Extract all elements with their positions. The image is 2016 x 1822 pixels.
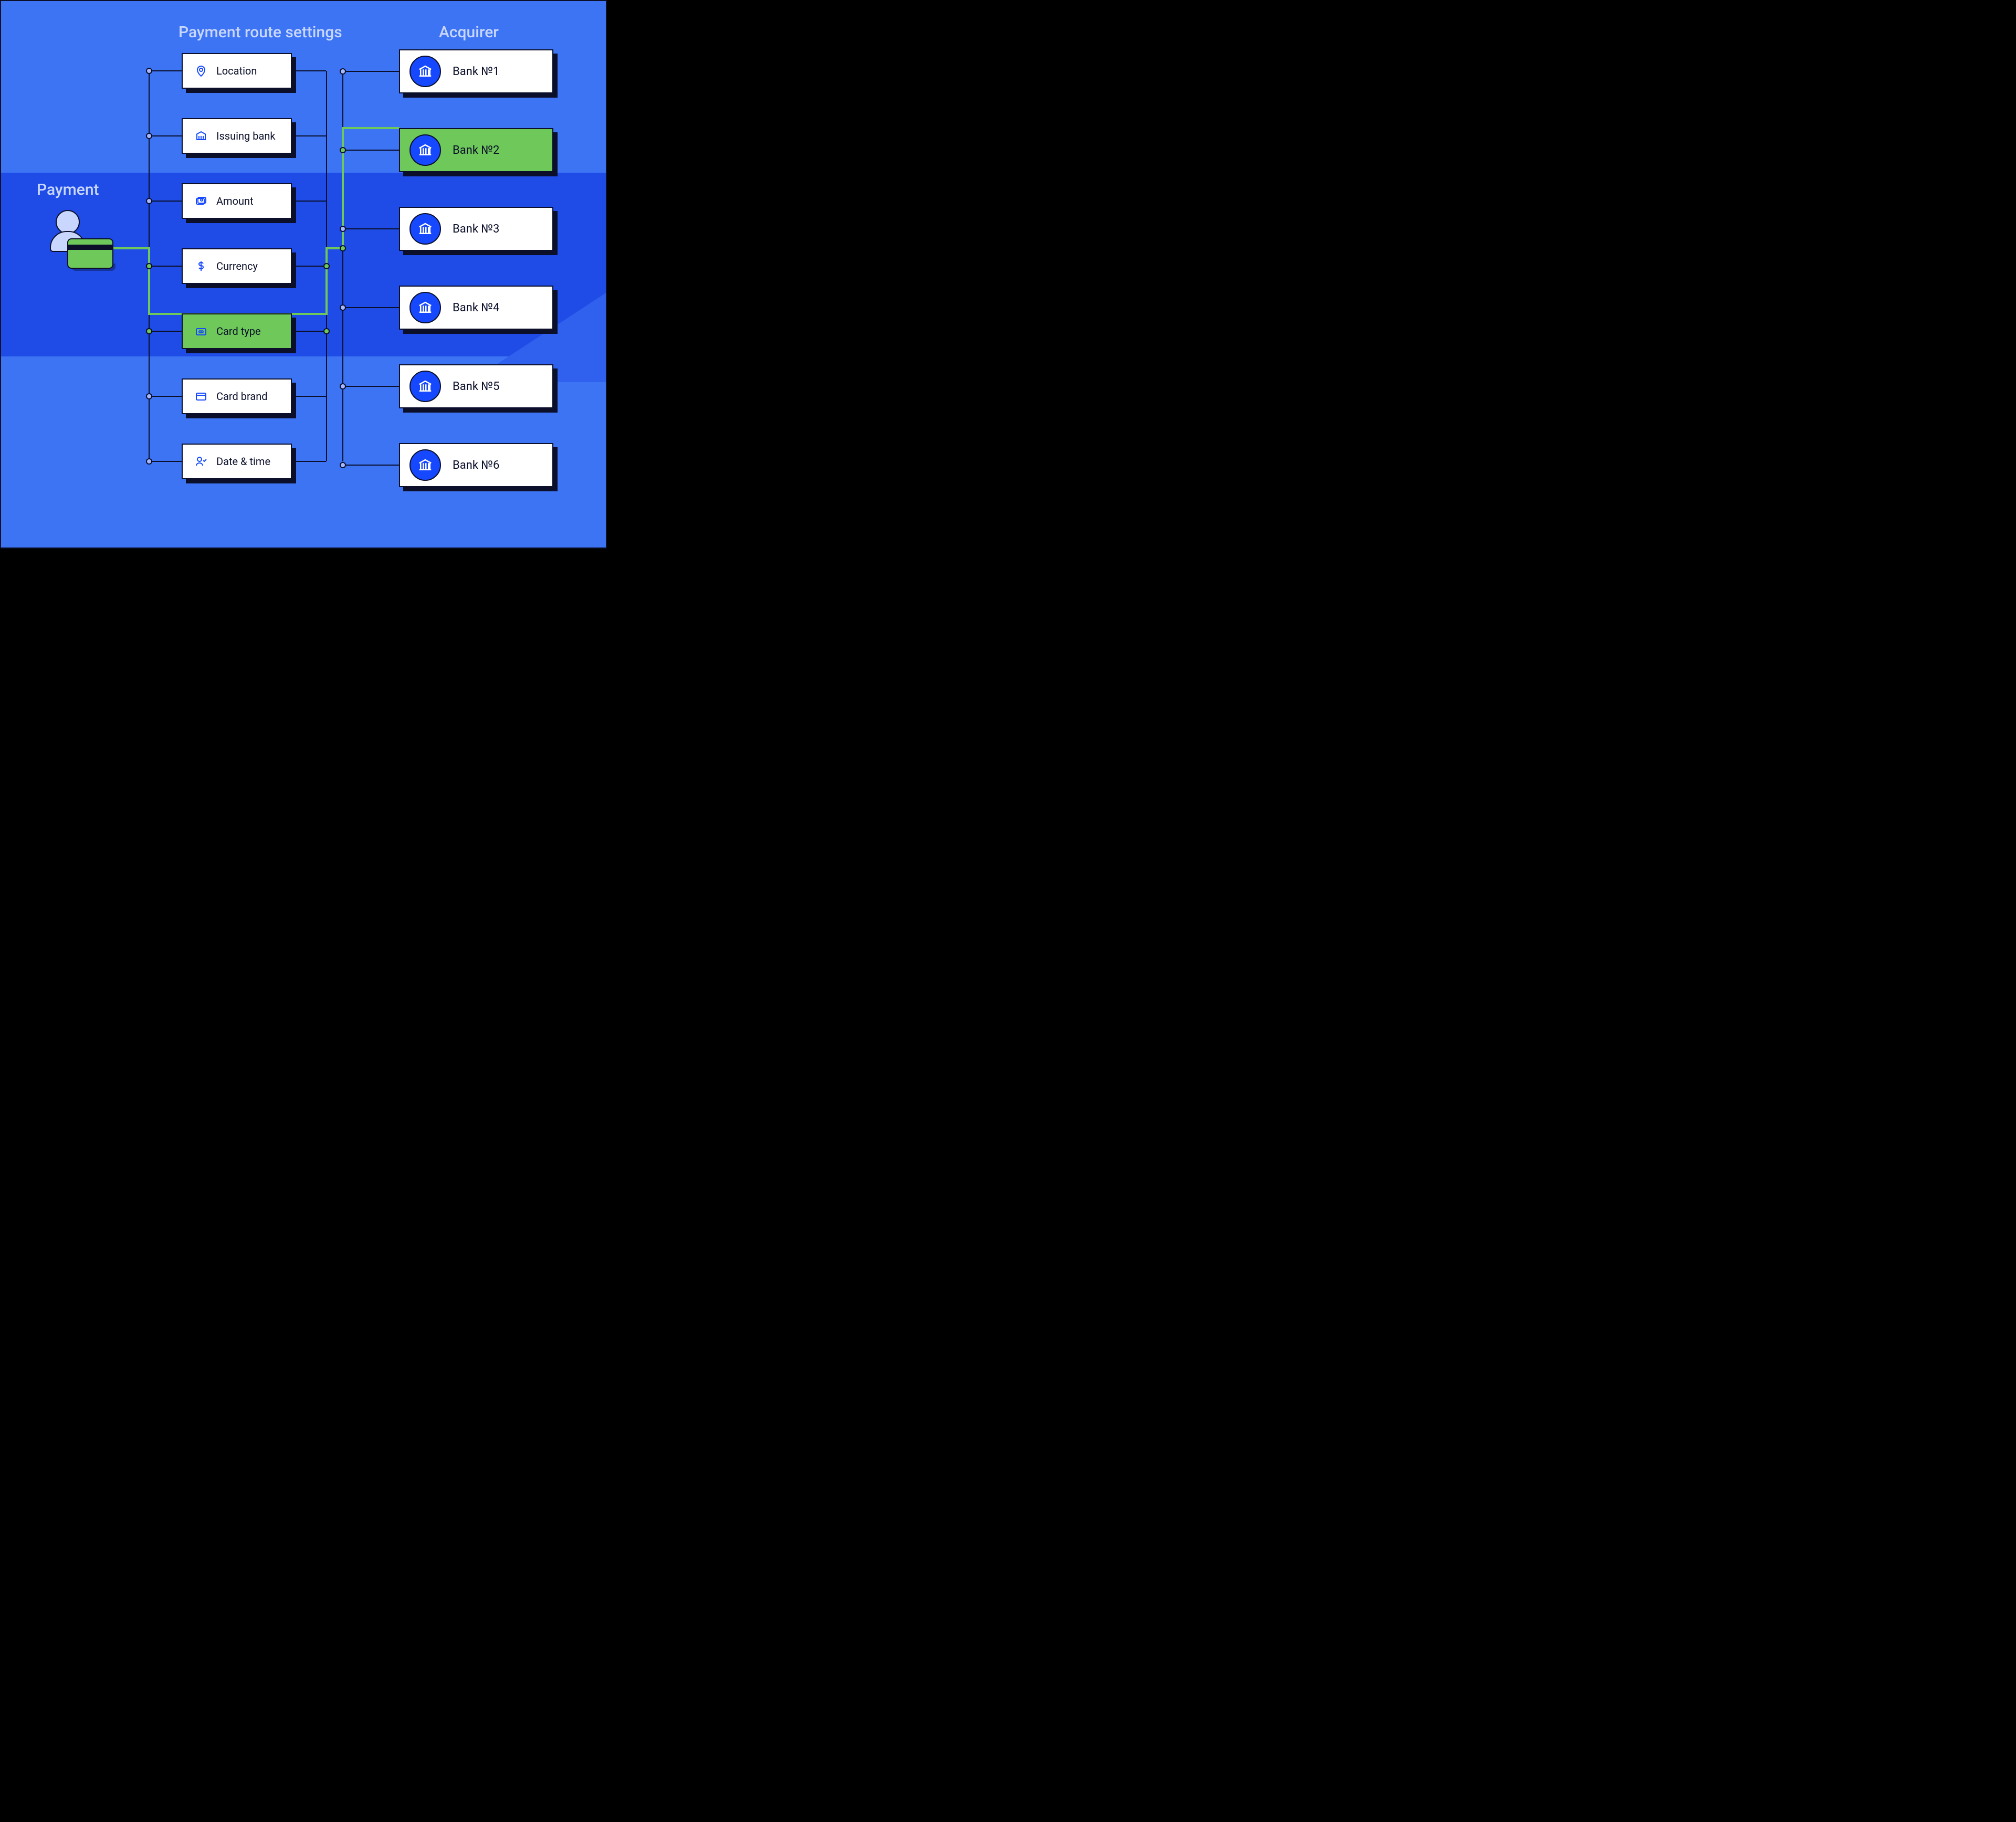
connector-node <box>146 458 152 465</box>
payment-routing-diagram: Payment route settings Acquirer Payment … <box>0 0 607 549</box>
setting-amount: Amount <box>182 183 292 219</box>
connector-line <box>292 461 326 462</box>
currency-icon <box>194 259 208 273</box>
connector-line <box>149 331 182 332</box>
connector-node <box>146 133 152 139</box>
acquirer-bank-4: Bank №4 <box>399 286 553 330</box>
bank-icon <box>194 129 208 143</box>
setting-currency: Currency <box>182 248 292 284</box>
connector-node <box>146 393 152 399</box>
setting-label: Card type <box>216 325 261 338</box>
bank-icon <box>410 134 441 166</box>
acquirer-bank-5: Bank №5 <box>399 364 553 408</box>
acquirer-label: Bank №5 <box>453 380 499 393</box>
connector-node <box>340 304 346 311</box>
connector-line <box>292 70 326 71</box>
settings-heading: Payment route settings <box>178 23 342 41</box>
payment-heading: Payment <box>37 181 99 199</box>
setting-location: Location <box>182 53 292 89</box>
setting-label: Location <box>216 65 257 77</box>
connector-node <box>146 68 152 74</box>
payment-card-icon <box>67 238 113 269</box>
bank-icon <box>410 56 441 87</box>
acquirer-label: Bank №1 <box>453 65 499 78</box>
bank-icon <box>410 449 441 481</box>
connector-line <box>342 386 399 387</box>
bank-icon <box>410 213 441 245</box>
connector-line <box>292 396 326 397</box>
active-node <box>323 263 330 269</box>
active-path <box>326 247 328 315</box>
connector-line <box>149 201 182 202</box>
acquirer-bank-3: Bank №3 <box>399 207 553 251</box>
acquirer-bank-6: Bank №6 <box>399 443 553 487</box>
acquirer-label: Bank №4 <box>453 301 499 314</box>
active-path <box>109 247 150 249</box>
location-icon <box>194 64 208 78</box>
connector-line <box>342 307 399 308</box>
connector-node <box>340 147 346 153</box>
acquirer-bank-1: Bank №1 <box>399 49 553 93</box>
setting-label: Date & time <box>216 455 270 468</box>
amount-icon <box>194 194 208 208</box>
setting-bank: Issuing bank <box>182 118 292 154</box>
connector-line <box>292 266 326 267</box>
active-path <box>148 247 150 314</box>
active-node <box>146 263 152 269</box>
connector-line <box>292 331 326 332</box>
setting-datetime: Date & time <box>182 444 292 479</box>
connector-line <box>342 71 399 72</box>
connector-node <box>340 383 346 389</box>
connector-line <box>149 396 182 397</box>
connector-node <box>340 226 346 232</box>
setting-card-brand: Card brand <box>182 378 292 414</box>
card-brand-icon <box>194 389 208 403</box>
connector-line <box>149 266 182 267</box>
active-path <box>342 127 400 129</box>
connector-line <box>342 150 399 151</box>
datetime-icon <box>194 455 208 468</box>
connector-line <box>342 465 399 466</box>
connector-line <box>292 135 326 136</box>
setting-label: Amount <box>216 195 254 207</box>
connector-line <box>149 461 182 462</box>
connector-line <box>149 70 182 71</box>
connector-node <box>340 68 346 75</box>
acquirer-label: Bank №2 <box>453 144 499 157</box>
setting-label: Currency <box>216 260 258 272</box>
acquirer-heading: Acquirer <box>439 23 499 41</box>
setting-label: Issuing bank <box>216 130 276 142</box>
connector-line <box>149 135 182 136</box>
connector-line <box>342 228 399 229</box>
connector-node <box>340 462 346 468</box>
setting-label: Card brand <box>216 390 268 403</box>
acquirer-label: Bank №3 <box>453 223 499 236</box>
active-node <box>146 328 152 334</box>
bank-icon <box>410 371 441 402</box>
acquirer-bank-2: Bank №2 <box>399 128 553 172</box>
acquirer-label: Bank №6 <box>453 459 499 472</box>
card-type-icon <box>194 324 208 338</box>
connector-line <box>292 201 326 202</box>
active-node <box>340 245 346 251</box>
active-node <box>323 328 330 334</box>
connector-node <box>146 198 152 204</box>
setting-card-type: Card type <box>182 313 292 349</box>
bank-icon <box>410 292 441 323</box>
